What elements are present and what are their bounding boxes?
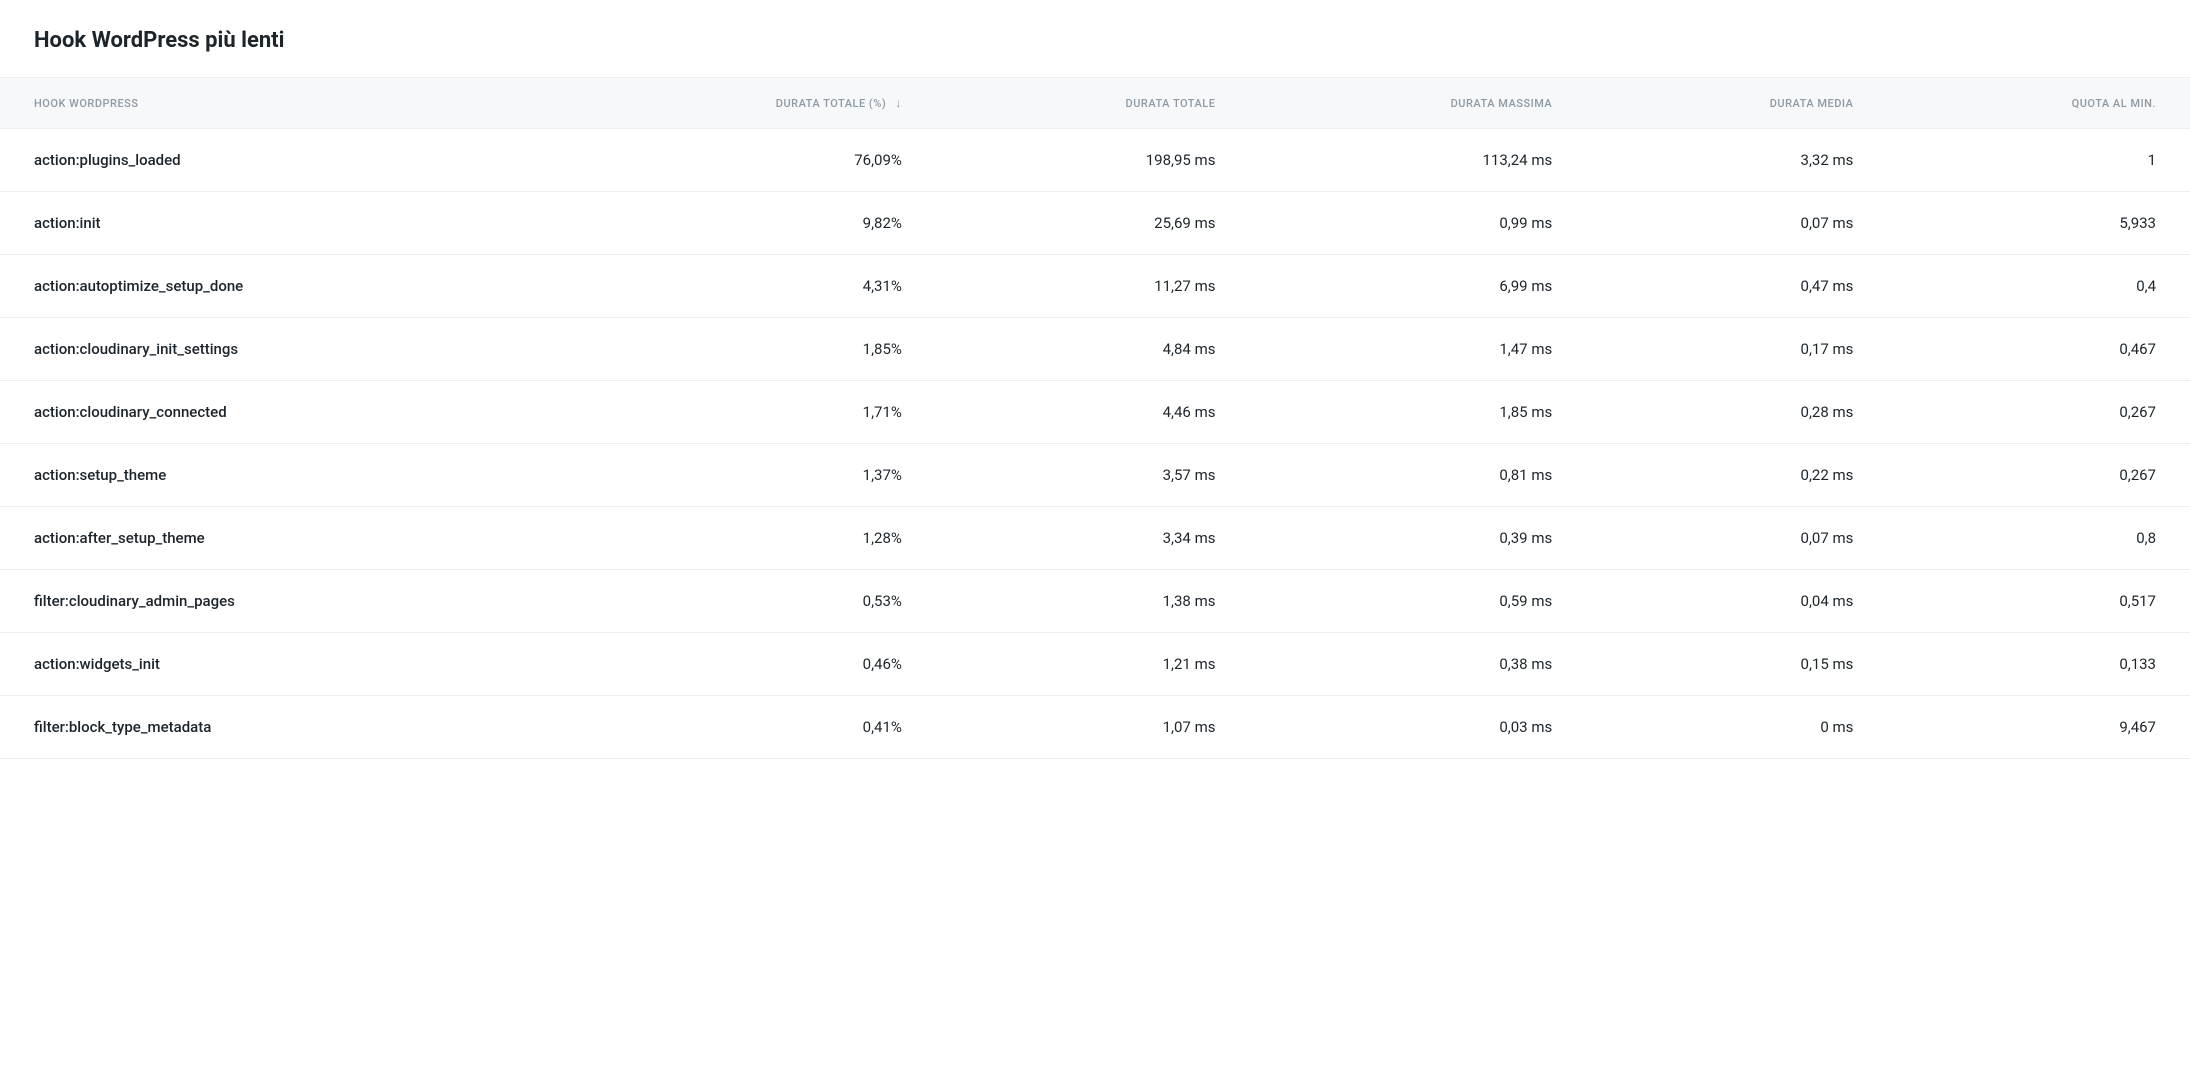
sort-desc-icon: ↓ bbox=[895, 96, 902, 110]
cell-max: 6,99 ms bbox=[1249, 255, 1586, 318]
cell-total: 3,57 ms bbox=[936, 444, 1250, 507]
cell-quota: 0,4 bbox=[1887, 255, 2190, 318]
cell-pct: 1,71% bbox=[550, 381, 935, 444]
cell-avg: 0,22 ms bbox=[1586, 444, 1887, 507]
cell-total: 3,34 ms bbox=[936, 507, 1250, 570]
cell-max: 113,24 ms bbox=[1249, 129, 1586, 192]
col-pct-label: DURATA TOTALE (%) bbox=[776, 97, 886, 110]
cell-pct: 76,09% bbox=[550, 129, 935, 192]
cell-avg: 0,15 ms bbox=[1586, 633, 1887, 696]
cell-hook-name: action:setup_theme bbox=[0, 444, 550, 507]
cell-hook-name: action:autoptimize_setup_done bbox=[0, 255, 550, 318]
cell-max: 0,99 ms bbox=[1249, 192, 1586, 255]
table-header-row: HOOK WORDPRESS DURATA TOTALE (%) ↓ DURAT… bbox=[0, 78, 2190, 129]
cell-total: 25,69 ms bbox=[936, 192, 1250, 255]
table-row[interactable]: filter:cloudinary_admin_pages0,53%1,38 m… bbox=[0, 570, 2190, 633]
cell-total: 11,27 ms bbox=[936, 255, 1250, 318]
col-total[interactable]: DURATA TOTALE bbox=[936, 78, 1250, 129]
cell-avg: 3,32 ms bbox=[1586, 129, 1887, 192]
cell-quota: 9,467 bbox=[1887, 696, 2190, 759]
cell-pct: 0,53% bbox=[550, 570, 935, 633]
cell-quota: 0,133 bbox=[1887, 633, 2190, 696]
table-row[interactable]: action:cloudinary_init_settings1,85%4,84… bbox=[0, 318, 2190, 381]
cell-hook-name: action:cloudinary_init_settings bbox=[0, 318, 550, 381]
cell-quota: 0,517 bbox=[1887, 570, 2190, 633]
cell-pct: 4,31% bbox=[550, 255, 935, 318]
col-hook-label: HOOK WORDPRESS bbox=[34, 97, 139, 110]
cell-max: 0,81 ms bbox=[1249, 444, 1586, 507]
cell-max: 0,03 ms bbox=[1249, 696, 1586, 759]
cell-quota: 0,8 bbox=[1887, 507, 2190, 570]
col-pct[interactable]: DURATA TOTALE (%) ↓ bbox=[550, 78, 935, 129]
cell-total: 4,46 ms bbox=[936, 381, 1250, 444]
table-row[interactable]: action:setup_theme1,37%3,57 ms0,81 ms0,2… bbox=[0, 444, 2190, 507]
col-avg[interactable]: DURATA MEDIA bbox=[1586, 78, 1887, 129]
table-row[interactable]: action:after_setup_theme1,28%3,34 ms0,39… bbox=[0, 507, 2190, 570]
table-row[interactable]: action:init9,82%25,69 ms0,99 ms0,07 ms5,… bbox=[0, 192, 2190, 255]
page-title: Hook WordPress più lenti bbox=[0, 0, 2190, 77]
table-row[interactable]: action:cloudinary_connected1,71%4,46 ms1… bbox=[0, 381, 2190, 444]
cell-avg: 0,04 ms bbox=[1586, 570, 1887, 633]
col-max[interactable]: DURATA MASSIMA bbox=[1249, 78, 1586, 129]
cell-avg: 0 ms bbox=[1586, 696, 1887, 759]
cell-total: 198,95 ms bbox=[936, 129, 1250, 192]
cell-pct: 1,85% bbox=[550, 318, 935, 381]
cell-avg: 0,07 ms bbox=[1586, 192, 1887, 255]
cell-quota: 1 bbox=[1887, 129, 2190, 192]
cell-quota: 0,467 bbox=[1887, 318, 2190, 381]
cell-hook-name: action:plugins_loaded bbox=[0, 129, 550, 192]
cell-pct: 1,37% bbox=[550, 444, 935, 507]
cell-quota: 0,267 bbox=[1887, 381, 2190, 444]
cell-hook-name: action:init bbox=[0, 192, 550, 255]
cell-avg: 0,47 ms bbox=[1586, 255, 1887, 318]
cell-total: 1,21 ms bbox=[936, 633, 1250, 696]
cell-pct: 9,82% bbox=[550, 192, 935, 255]
table-row[interactable]: filter:block_type_metadata0,41%1,07 ms0,… bbox=[0, 696, 2190, 759]
cell-max: 0,39 ms bbox=[1249, 507, 1586, 570]
col-avg-label: DURATA MEDIA bbox=[1770, 97, 1854, 110]
cell-avg: 0,07 ms bbox=[1586, 507, 1887, 570]
cell-total: 4,84 ms bbox=[936, 318, 1250, 381]
cell-hook-name: action:cloudinary_connected bbox=[0, 381, 550, 444]
table-row[interactable]: action:plugins_loaded76,09%198,95 ms113,… bbox=[0, 129, 2190, 192]
cell-hook-name: filter:block_type_metadata bbox=[0, 696, 550, 759]
table-row[interactable]: action:widgets_init0,46%1,21 ms0,38 ms0,… bbox=[0, 633, 2190, 696]
cell-max: 0,59 ms bbox=[1249, 570, 1586, 633]
col-hook[interactable]: HOOK WORDPRESS bbox=[0, 78, 550, 129]
cell-total: 1,07 ms bbox=[936, 696, 1250, 759]
cell-quota: 0,267 bbox=[1887, 444, 2190, 507]
col-total-label: DURATA TOTALE bbox=[1126, 97, 1216, 110]
cell-hook-name: action:widgets_init bbox=[0, 633, 550, 696]
cell-pct: 0,46% bbox=[550, 633, 935, 696]
cell-hook-name: action:after_setup_theme bbox=[0, 507, 550, 570]
cell-pct: 1,28% bbox=[550, 507, 935, 570]
cell-avg: 0,28 ms bbox=[1586, 381, 1887, 444]
col-quota-label: QUOTA AL MIN. bbox=[2072, 97, 2156, 110]
cell-avg: 0,17 ms bbox=[1586, 318, 1887, 381]
hooks-table: HOOK WORDPRESS DURATA TOTALE (%) ↓ DURAT… bbox=[0, 77, 2190, 759]
col-max-label: DURATA MASSIMA bbox=[1451, 97, 1553, 110]
cell-quota: 5,933 bbox=[1887, 192, 2190, 255]
cell-hook-name: filter:cloudinary_admin_pages bbox=[0, 570, 550, 633]
cell-max: 1,85 ms bbox=[1249, 381, 1586, 444]
col-quota[interactable]: QUOTA AL MIN. bbox=[1887, 78, 2190, 129]
cell-pct: 0,41% bbox=[550, 696, 935, 759]
cell-max: 1,47 ms bbox=[1249, 318, 1586, 381]
cell-max: 0,38 ms bbox=[1249, 633, 1586, 696]
table-row[interactable]: action:autoptimize_setup_done4,31%11,27 … bbox=[0, 255, 2190, 318]
cell-total: 1,38 ms bbox=[936, 570, 1250, 633]
